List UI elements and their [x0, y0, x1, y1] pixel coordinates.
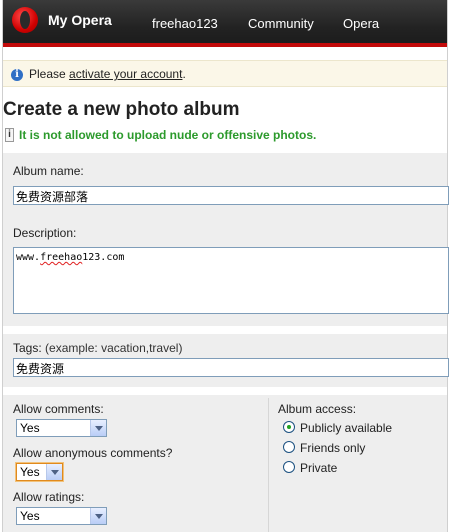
- album-name-input[interactable]: 免费资源部落: [13, 186, 449, 205]
- album-access-label: Album access:: [278, 402, 357, 416]
- chevron-down-icon[interactable]: [46, 464, 62, 480]
- description-textarea[interactable]: www.freehao123.com: [13, 247, 449, 314]
- tags-input[interactable]: 免费资源: [13, 358, 449, 377]
- allow-comments-select[interactable]: Yes: [16, 419, 107, 437]
- album-name-label: Album name:: [13, 164, 84, 178]
- form-separator: [3, 326, 447, 334]
- allow-ratings-value: Yes: [20, 509, 40, 523]
- upload-warning: It is not allowed to upload nude or offe…: [19, 128, 317, 142]
- nav-item-community[interactable]: Community: [248, 16, 314, 31]
- allow-ratings-label: Allow ratings:: [13, 490, 85, 504]
- description-label: Description:: [13, 226, 77, 240]
- notice-text: Please activate your account.: [29, 67, 186, 81]
- notice-suffix: .: [182, 67, 186, 81]
- form-separator: [3, 387, 447, 395]
- tags-label: Tags: (example: vacation,travel): [13, 341, 183, 355]
- page-title: Create a new photo album: [3, 99, 240, 120]
- activate-account-link[interactable]: activate your account: [69, 67, 182, 81]
- allow-anonymous-value: Yes: [20, 465, 40, 479]
- allow-comments-value: Yes: [20, 421, 40, 435]
- warning-icon: i: [5, 128, 14, 142]
- allow-anonymous-select[interactable]: Yes: [16, 463, 63, 481]
- chevron-down-icon[interactable]: [90, 420, 106, 436]
- access-public-label[interactable]: Publicly available: [300, 421, 392, 435]
- header-accent-stripe: [3, 43, 447, 47]
- nav-item-user[interactable]: freehao123: [152, 16, 218, 31]
- allow-anonymous-label: Allow anonymous comments?: [13, 446, 173, 460]
- access-private-radio[interactable]: [283, 461, 295, 473]
- opera-logo-icon[interactable]: [12, 7, 38, 33]
- account-notice: i Please activate your account.: [3, 60, 447, 87]
- access-friends-label[interactable]: Friends only: [300, 441, 365, 455]
- notice-prefix: Please: [29, 67, 66, 81]
- chevron-down-icon[interactable]: [90, 508, 106, 524]
- access-private-label[interactable]: Private: [300, 461, 337, 475]
- tags-hint: (example: vacation,travel): [45, 341, 183, 355]
- allow-comments-label: Allow comments:: [13, 402, 104, 416]
- access-friends-radio[interactable]: [283, 441, 295, 453]
- allow-ratings-select[interactable]: Yes: [16, 507, 107, 525]
- nav-item-opera[interactable]: Opera: [343, 16, 379, 31]
- access-public-radio[interactable]: [283, 421, 295, 433]
- brand-link[interactable]: My Opera: [48, 12, 112, 28]
- info-icon: i: [11, 69, 23, 81]
- column-divider: [268, 398, 269, 532]
